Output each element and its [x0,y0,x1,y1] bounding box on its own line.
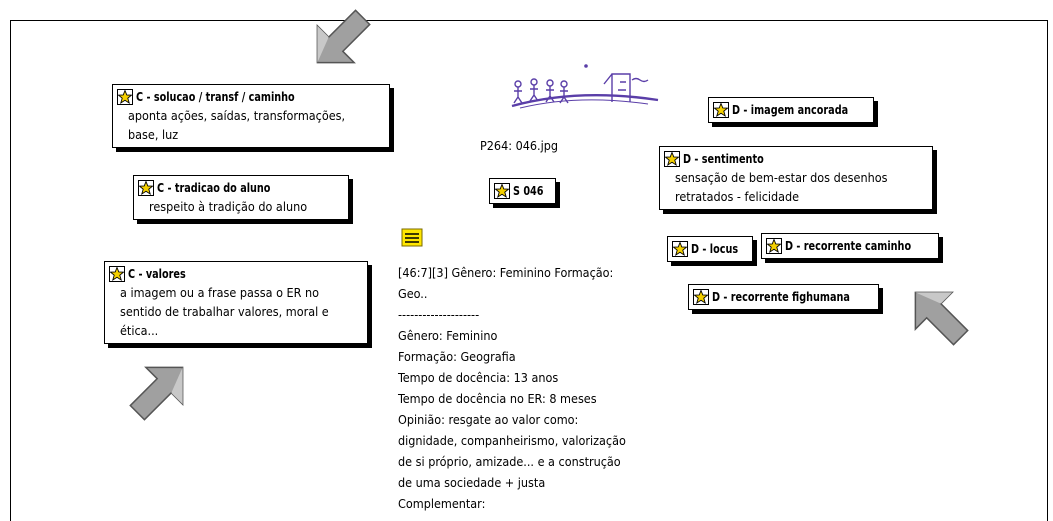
code-star-icon [138,180,154,196]
node-comment: a imagem ou a frase passa o ER no sentid… [109,283,361,340]
code-star-icon [117,89,133,105]
code-node-recorrente-caminho[interactable]: D - recorrente caminho [761,233,939,259]
code-node-tradicao[interactable]: C - tradicao do aluno respeito à tradiçã… [133,175,349,220]
node-comment-line: sentido de trabalhar valores, moral e [120,304,329,319]
memo-icon[interactable] [399,226,427,250]
code-node-s046[interactable]: S 046 [489,178,556,204]
code-star-icon [693,289,709,305]
node-comment-line: ética... [120,323,159,338]
code-node-imagem-ancorada[interactable]: D - imagem ancorada [708,97,875,123]
memo-line: Tempo de docência no ER: 8 meses [398,391,597,406]
code-node-sentimento[interactable]: D - sentimento sensação de bem-estar dos… [659,146,933,210]
code-star-icon [713,102,729,118]
node-comment-line: a imagem ou a frase passa o ER no [120,285,320,300]
memo-line: de uma sociedade + justa [398,475,546,490]
node-title: D - sentimento [683,151,764,166]
node-title: D - recorrente fighumana [712,289,850,304]
code-star-icon [664,151,680,167]
node-comment: aponta ações, saídas, transformações, ba… [117,106,383,144]
memo-line: de si próprio, amizade... e a construção [398,454,621,469]
code-star-icon [109,266,125,282]
node-title: S 046 [513,183,544,198]
node-title: D - recorrente caminho [785,238,912,253]
node-comment: respeito à tradição do aluno [138,197,342,216]
node-comment-line: sensação de bem-estar dos desenhos [675,170,888,185]
code-node-solucao[interactable]: C - solucao / transf / caminho aponta aç… [112,84,390,148]
memo-line: Gênero: Feminino [398,328,498,343]
code-star-icon [766,238,782,254]
node-comment: sensação de bem-estar dos desenhos retra… [664,168,926,206]
memo-line: -------------------- [398,307,480,322]
node-title: C - valores [128,266,186,281]
memo-line: Geo.. [398,286,428,301]
node-title: D - imagem ancorada [732,102,849,117]
code-node-recorrente-fighumana[interactable]: D - recorrente fighumana [688,284,880,310]
memo-line: Tempo de docência: 13 anos [398,370,559,385]
code-node-valores[interactable]: C - valores a imagem ou a frase passa o … [104,261,368,344]
memo-text: [46:7][3] Gênero: Feminino Formação: Geo… [398,262,626,514]
code-star-icon [494,183,510,199]
memo-line: dignidade, companheirismo, valorização [398,433,626,448]
pointer-arrow-icon [316,9,371,64]
node-title: C - tradicao do aluno [157,180,271,195]
memo-line: Complementar: [398,496,486,511]
node-comment-line: retratados - felicidade [675,189,800,204]
image-caption: P264: 046.jpg [480,138,559,153]
memo-line: Formação: Geografia [398,349,516,364]
node-comment-line: respeito à tradição do aluno [149,199,308,214]
node-title: D - locus [691,241,739,256]
node-comment-line: aponta ações, saídas, transformações, [128,108,346,123]
code-star-icon [672,241,688,257]
code-node-locus[interactable]: D - locus [667,236,753,262]
memo-line: Opinião: resgate ao valor como: [398,412,579,427]
node-title: C - solucao / transf / caminho [136,89,295,104]
drawing-thumbnail[interactable] [508,60,668,118]
pointer-arrow-icon [914,291,969,346]
memo-line: [46:7][3] Gênero: Feminino Formação: [398,265,614,280]
pointer-arrow-icon [129,366,184,421]
node-comment-line: base, luz [128,127,179,142]
